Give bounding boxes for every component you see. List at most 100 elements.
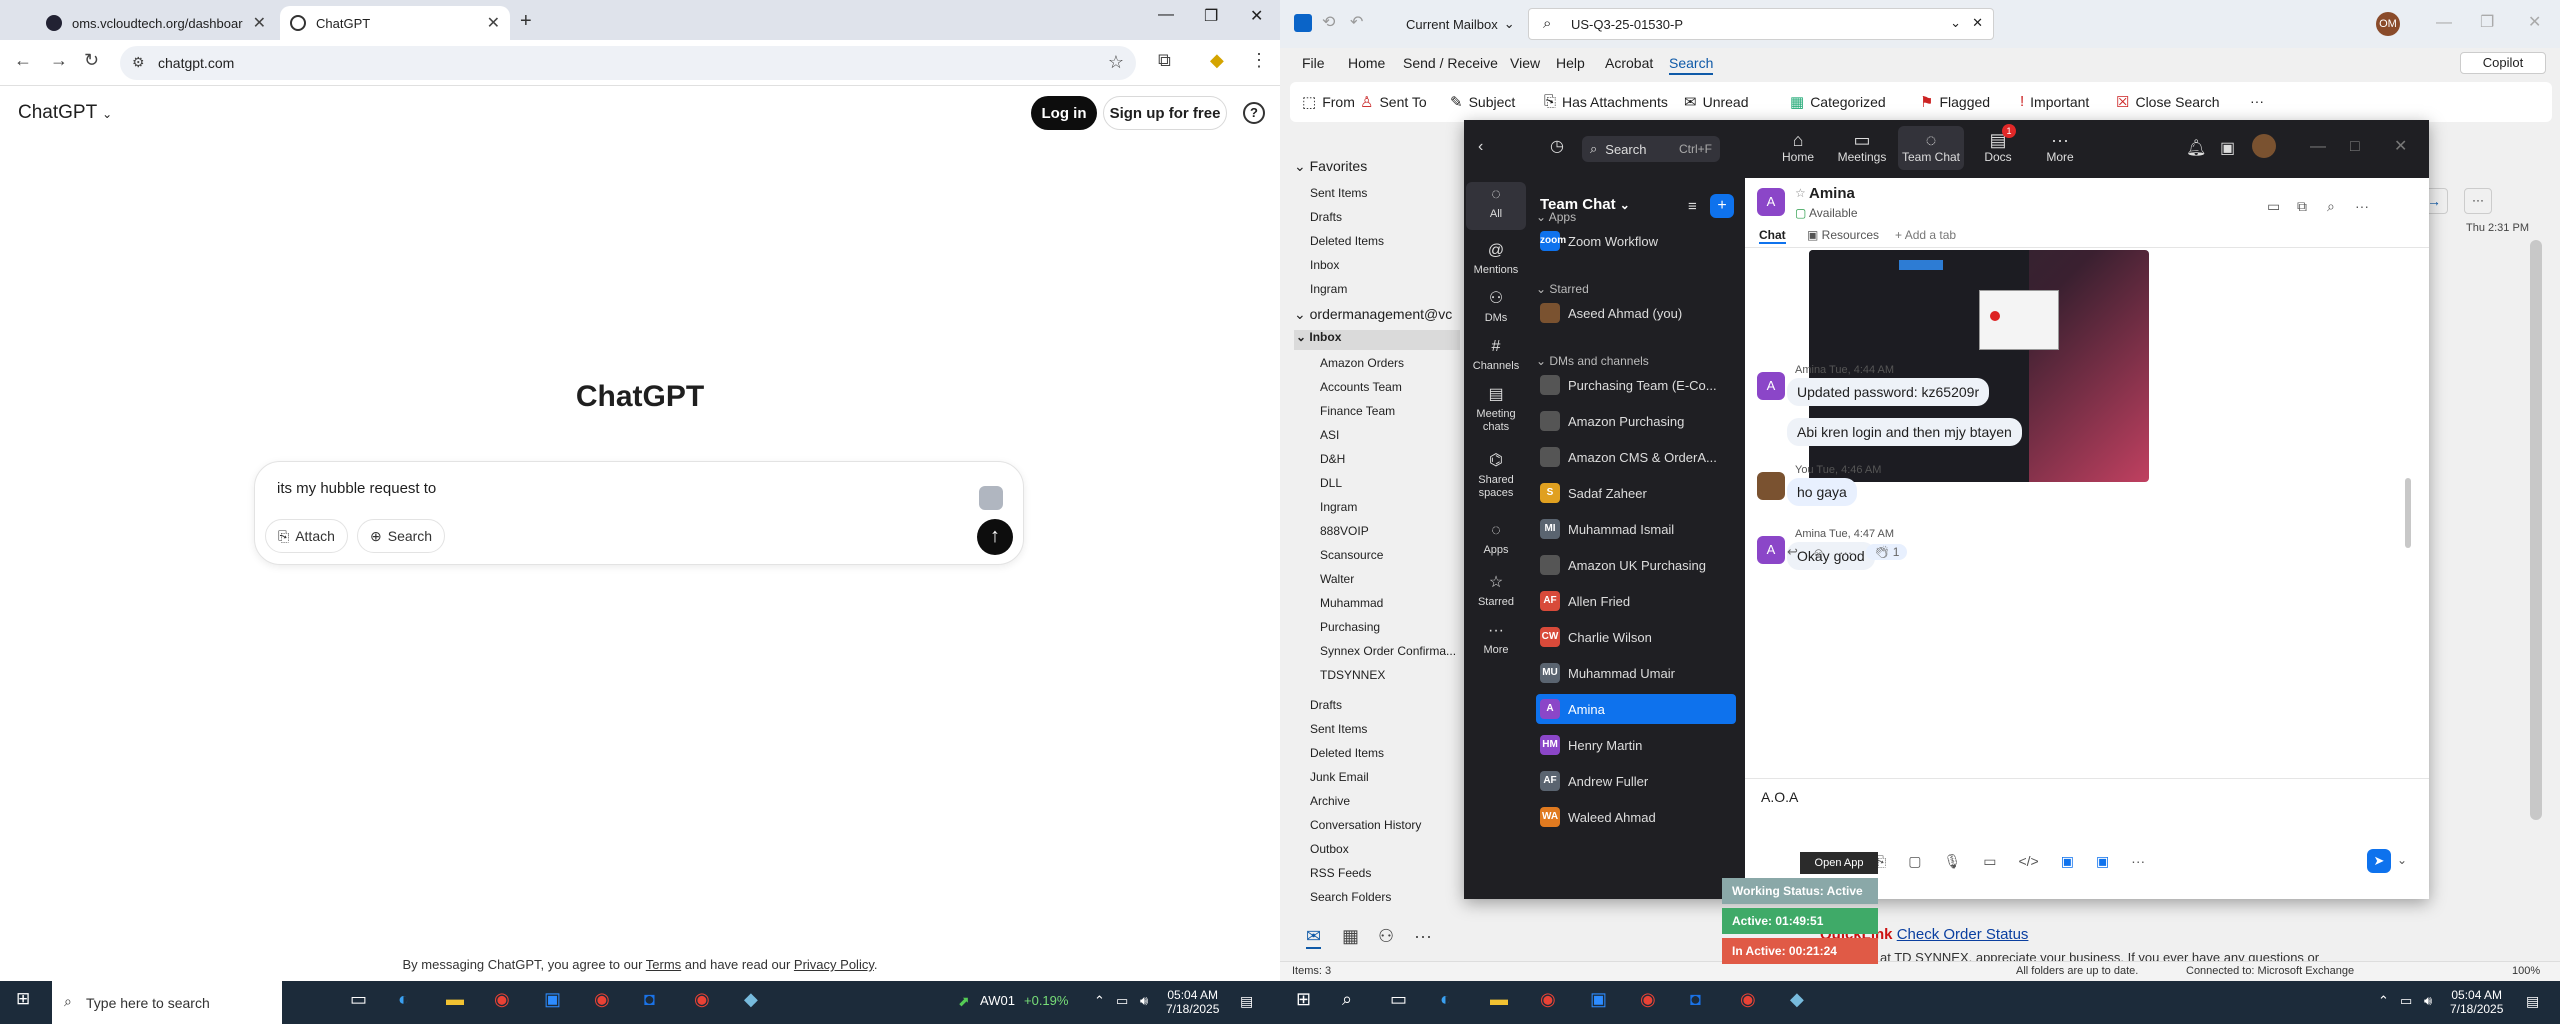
apps-icon[interactable]: ▣ — [2220, 138, 2235, 158]
edge-icon[interactable]: ◐ — [398, 989, 409, 1010]
chat-list-item[interactable]: HM Henry Martin — [1536, 730, 1736, 760]
chat-list-item[interactable]: MU Muhammad Umair — [1536, 658, 1736, 688]
folder-item[interactable]: Accounts Team — [1320, 380, 1402, 394]
audio-icon[interactable]: 🎙︎ — [1943, 853, 1961, 870]
folder-item[interactable]: 888VOIP — [1320, 524, 1369, 538]
has-attachments-button[interactable]: ⎘ Has Attachments — [1544, 93, 1668, 110]
chat-list-item[interactable]: CW Charlie Wilson — [1536, 622, 1736, 652]
task-view-icon[interactable]: ▭ — [350, 989, 367, 1010]
more-icon[interactable]: ··· — [2131, 853, 2145, 870]
taskbar-search[interactable]: ⌕ Type here to search — [52, 981, 282, 1024]
search-input[interactable]: ⌕ US-Q3-25-01530-P ⌄ ✕ — [1528, 8, 1994, 40]
terms-link[interactable]: Terms — [646, 957, 681, 972]
message-bubble[interactable]: Abi kren login and then mjy btayen — [1787, 418, 2022, 446]
rail-item[interactable]: # Channels — [1466, 334, 1526, 378]
rail-item[interactable]: @ Mentions — [1466, 238, 1526, 282]
rail-item[interactable]: ▤ Meeting chats — [1466, 382, 1526, 434]
menu-send-receive[interactable]: Send / Receive — [1403, 55, 1498, 71]
folder-item[interactable]: D&H — [1320, 452, 1345, 466]
notification-icon[interactable]: ▤ — [1240, 993, 1253, 1010]
chrome-icon-3[interactable]: ◉ — [694, 989, 710, 1010]
more-options-icon[interactable]: ··· — [2250, 93, 2264, 109]
back-icon[interactable]: ‹ — [1478, 138, 1483, 156]
chrome-icon-2[interactable]: ◉ — [594, 989, 610, 1010]
chat-list-item[interactable]: WA Waleed Ahmad — [1536, 802, 1736, 832]
folder-item[interactable]: RSS Feeds — [1310, 866, 1371, 880]
task-view-icon-2[interactable]: ▭ — [1390, 989, 1407, 1010]
folder-item[interactable]: TDSYNNEX — [1320, 668, 1385, 682]
mailbox-scope-dropdown[interactable]: Current Mailbox ⌄ — [1406, 12, 1515, 36]
chrome-icon-4[interactable]: ◉ — [1540, 989, 1556, 1010]
folder-item[interactable]: Archive — [1310, 794, 1350, 808]
chat-list-item[interactable]: A Amina — [1536, 694, 1736, 724]
help-icon[interactable]: ? — [1243, 102, 1265, 124]
address-bar[interactable]: ⚙ chatgpt.com ☆ — [120, 46, 1136, 80]
nav-more[interactable]: ··· More — [2030, 130, 2090, 164]
more-apps-icon[interactable]: ··· — [1414, 926, 1432, 947]
more-actions-icon[interactable]: ··· — [2464, 188, 2492, 214]
unread-button[interactable]: ✉ Unread — [1684, 93, 1749, 111]
calendar-icon[interactable]: ▦ — [1342, 926, 1359, 947]
folder-item[interactable]: DLL — [1320, 476, 1342, 490]
network-icon[interactable]: ▭ — [1116, 993, 1128, 1009]
folder-item[interactable]: Sent Items — [1310, 722, 1367, 736]
tab-chatgpt[interactable]: ChatGPT ✕ — [280, 6, 510, 40]
folder-item[interactable]: Drafts — [1310, 698, 1342, 712]
minimize-icon[interactable]: — — [2436, 14, 2452, 32]
scrollbar[interactable] — [2530, 240, 2542, 820]
from-button[interactable]: ⬚ From — [1302, 93, 1355, 111]
prompt-box[interactable]: its my hubble request to ⎘ Attach ⊕ Search… — [254, 461, 1024, 565]
add-tab-button[interactable]: + Add a tab — [1895, 228, 1956, 242]
video-clip-icon[interactable]: ▭ — [1983, 853, 1996, 870]
menu-kebab-icon[interactable]: ⋮ — [1250, 50, 1268, 71]
app-icon-2[interactable]: ◆ — [1790, 989, 1804, 1010]
history-icon[interactable]: ◷ — [1550, 136, 1564, 156]
inbox-folder-selected[interactable]: ⌄ Inbox — [1294, 330, 1460, 350]
rail-item[interactable]: ◌ All — [1466, 182, 1526, 230]
back-icon[interactable]: ← — [14, 50, 32, 71]
folder-ingram[interactable]: Ingram — [1310, 282, 1347, 296]
folder-item[interactable]: Outbox — [1310, 842, 1349, 856]
taskbar-clock-2[interactable]: 05:04 AM 7/18/2025 — [2450, 988, 2503, 1016]
section-header[interactable]: ⌄ Starred — [1536, 282, 1589, 296]
chevron-down-icon[interactable]: ⌄ — [2397, 853, 2407, 867]
subject-button[interactable]: ✎ Subject — [1450, 93, 1515, 111]
rail-item[interactable]: ··· More — [1466, 618, 1526, 662]
nav-home[interactable]: ⌂ Home — [1768, 130, 1828, 164]
chat-list-item[interactable]: Aseed Ahmad (you) — [1536, 298, 1736, 328]
nav-meetings[interactable]: ▭ Meetings — [1832, 130, 1892, 164]
tab-oms-dashboard[interactable]: oms.vcloudtech.org/dashboard ✕ — [36, 6, 276, 40]
stock-name[interactable]: AW01 — [980, 993, 1015, 1008]
avatar[interactable] — [2252, 134, 2276, 158]
windows-start-icon[interactable]: ⊞ — [16, 989, 30, 1009]
folder-item[interactable]: Amazon Orders — [1320, 356, 1404, 370]
signup-button[interactable]: Sign up for free — [1103, 96, 1227, 130]
folder-item[interactable]: Conversation History — [1310, 818, 1421, 832]
maximize-icon[interactable]: ❐ — [2480, 12, 2494, 32]
sync-icon[interactable]: ⟲ — [1322, 12, 1335, 32]
reply-icon[interactable]: ↩ — [1787, 544, 1798, 560]
chat-scrollbar[interactable] — [2405, 478, 2411, 548]
maximize-icon[interactable]: □ — [2350, 138, 2360, 156]
people-icon[interactable]: ⚇ — [1378, 926, 1394, 947]
attach-button[interactable]: ⎘ Attach — [265, 519, 348, 553]
menu-acrobat[interactable]: Acrobat — [1605, 55, 1653, 71]
tab-resources[interactable]: ▣ Resources — [1807, 228, 1879, 242]
close-search-button[interactable]: ☒ Close Search — [2116, 93, 2220, 111]
categorized-button[interactable]: ▦ Categorized — [1790, 93, 1886, 111]
close-window-icon[interactable]: ✕ — [1250, 6, 1263, 26]
reaction-clap[interactable]: 👏︎ 1 — [1866, 544, 1908, 560]
chat-list-item[interactable]: S Sadaf Zaheer — [1536, 478, 1736, 508]
folder-item[interactable]: Ingram — [1320, 500, 1357, 514]
folder-item[interactable]: Finance Team — [1320, 404, 1395, 418]
app-icon-2[interactable]: ▣ — [2096, 853, 2109, 870]
bell-icon[interactable]: 🔔︎ — [2186, 138, 2206, 158]
site-info-icon[interactable]: ⚙ — [132, 54, 145, 71]
chat-list-item[interactable]: AF Andrew Fuller — [1536, 766, 1736, 796]
menu-home[interactable]: Home — [1348, 55, 1385, 71]
extensions-icon[interactable]: ⧉ — [1158, 50, 1171, 71]
folder-inbox[interactable]: Inbox — [1310, 258, 1339, 272]
edge-icon-2[interactable]: ◐ — [1440, 989, 1451, 1010]
rail-item[interactable]: ◌ Apps — [1466, 518, 1526, 562]
folder-deleted-items[interactable]: Deleted Items — [1310, 234, 1384, 248]
